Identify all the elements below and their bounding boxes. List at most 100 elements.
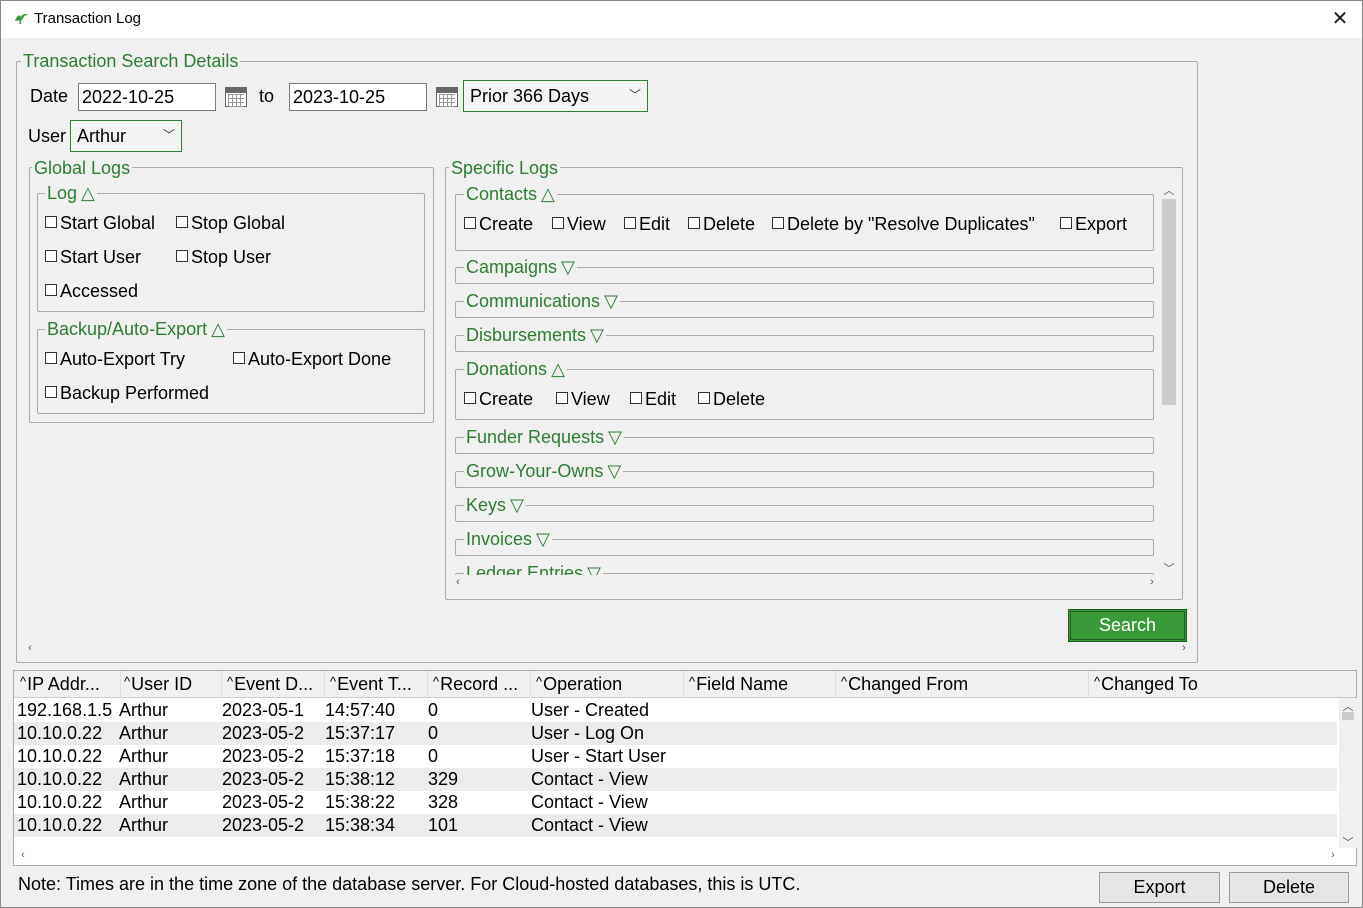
checkbox-label: Edit [639,214,671,234]
grow-your-owns-header[interactable]: Grow-Your-Owns ▽ [464,461,624,482]
sprout-icon [15,13,28,25]
scroll-right-icon[interactable]: › [1146,576,1158,588]
column-header-user-id[interactable]: ^User ID [124,674,220,695]
calendar-icon[interactable] [436,87,458,107]
expand-down-icon: ▽ [604,291,618,311]
specific-logs-vscrollbar[interactable]: ︿ ﹀ [1160,182,1178,577]
calendar-icon[interactable] [225,87,247,107]
donations-title: Donations [466,359,548,379]
invoices-header[interactable]: Invoices ▽ [464,529,552,550]
scroll-thumb[interactable] [1342,712,1354,720]
column-header-event-time[interactable]: ^Event T... [330,674,426,695]
checkbox-donations-create[interactable]: Create [464,389,533,410]
funder-requests-header[interactable]: Funder Requests ▽ [464,427,624,448]
table-cell: Arthur [119,723,169,743]
checkbox-stop-global[interactable]: Stop Global [176,213,285,234]
backup-subgroup-title: Backup/Auto-Export [47,319,208,339]
checkbox-box [45,284,57,297]
date-to-field[interactable]: 2023-10-25 [289,83,427,111]
export-button[interactable]: Export [1099,872,1220,903]
checkbox-donations-view[interactable]: View [556,389,610,410]
sort-caret-icon: ^ [227,674,234,689]
table-row[interactable]: 10.10.0.22 Arthur 2023-05-2 15:37:17 0 User -… [14,722,1337,745]
table-cell: 2023-05-2 [222,792,305,812]
table-cell: 15:37:17 [325,723,396,743]
table-row[interactable]: 10.10.0.22 Arthur 2023-05-2 15:37:18 0 User -… [14,745,1337,768]
checkbox-stop-user[interactable]: Stop User [176,247,271,268]
checkbox-contacts-create[interactable]: Create [464,214,533,235]
donations-header[interactable]: Donations △ [464,359,567,380]
column-header-changed-to[interactable]: ^Changed To [1094,674,1340,695]
checkbox-start-global[interactable]: Start Global [45,213,155,234]
user-select[interactable]: Arthur ﹀ [70,120,182,152]
checkbox-contacts-view[interactable]: View [552,214,606,235]
sort-caret-icon: ^ [536,674,543,689]
close-icon[interactable]: ✕ [1322,4,1358,34]
table-vscrollbar[interactable]: ︿ ﹀ [1339,698,1357,850]
checkbox-contacts-edit[interactable]: Edit [624,214,670,235]
log-subgroup-header[interactable]: Log △ [45,183,97,204]
date-range-select[interactable]: Prior 366 Days ﹀ [463,80,648,112]
checkbox-auto-export-done[interactable]: Auto-Export Done [233,349,391,370]
column-header-event-date[interactable]: ^Event D... [227,674,323,695]
checkbox-contacts-delete-resolve[interactable]: Delete by "Resolve Duplicates" [772,214,1035,235]
column-header-changed-from[interactable]: ^Changed From [841,674,1087,695]
checkbox-box [45,352,57,365]
scroll-right-icon[interactable]: › [1178,642,1190,654]
column-header-ip[interactable]: ^IP Addr... [20,674,118,695]
table-row[interactable]: 10.10.0.22 Arthur 2023-05-2 15:38:34 101 Cont… [14,814,1337,837]
expand-down-icon: ▽ [608,427,622,447]
checkbox-label: Start Global [60,213,156,233]
ledger-entries-header[interactable]: Ledger Entries ▽ [464,563,603,575]
checkbox-auto-export-try[interactable]: Auto-Export Try [45,349,185,370]
column-header-record[interactable]: ^Record ... [433,674,529,695]
scroll-thumb[interactable] [1162,199,1176,405]
date-from-field[interactable]: 2022-10-25 [78,83,216,111]
date-range-value: Prior 366 Days [470,86,590,106]
checkbox-donations-delete[interactable]: Delete [698,389,765,410]
campaigns-header[interactable]: Campaigns ▽ [464,257,577,278]
delete-button[interactable]: Delete [1229,872,1349,903]
checkbox-backup-performed[interactable]: Backup Performed [45,383,209,404]
title-bar [0,0,1363,38]
communications-header[interactable]: Communications ▽ [464,291,620,312]
checkbox-accessed[interactable]: Accessed [45,281,138,302]
disbursements-header[interactable]: Disbursements ▽ [464,325,606,346]
table-row[interactable]: 10.10.0.22 Arthur 2023-05-2 15:38:22 328 Cont… [14,791,1337,814]
expand-down-icon: ▽ [607,461,622,481]
checkbox-box [464,392,476,405]
expand-down-icon: ▽ [510,495,524,515]
scroll-down-icon[interactable]: ﹀ [1339,834,1357,850]
column-header-operation[interactable]: ^Operation [536,674,684,695]
table-cell: 2023-05-2 [222,815,305,835]
scroll-left-icon[interactable]: ‹ [452,576,464,588]
checkbox-label: View [571,389,610,409]
sort-caret-icon: ^ [689,674,696,689]
table-cell: Arthur [119,792,169,812]
table-cell: 15:38:22 [325,792,396,812]
scroll-left-icon[interactable]: ‹ [24,642,36,654]
checkbox-contacts-export[interactable]: Export [1060,214,1127,235]
checkbox-start-user[interactable]: Start User [45,247,141,268]
expand-down-icon: ▽ [561,257,575,277]
table-row[interactable]: 192.168.1.5 Arthur 2023-05-1 14:57:40 0 User … [14,699,1337,722]
search-button[interactable]: Search [1068,609,1187,642]
grow-your-owns-title: Grow-Your-Owns [466,461,604,481]
backup-subgroup-header[interactable]: Backup/Auto-Export △ [45,319,227,340]
scroll-right-icon[interactable]: › [1327,849,1339,861]
specific-logs-viewport: Contacts △ Create View Edit Delete Delete… [452,180,1158,575]
ledger-entries-title: Ledger Entries [466,563,584,575]
table-cell: 10.10.0.22 [17,746,103,766]
scroll-left-icon[interactable]: ‹ [17,849,29,861]
table-cell: Arthur [119,700,169,720]
checkbox-donations-edit[interactable]: Edit [630,389,676,410]
checkbox-label: Accessed [60,281,139,301]
table-row[interactable]: 10.10.0.22 Arthur 2023-05-2 15:38:12 329 Cont… [14,768,1337,791]
scroll-up-icon[interactable]: ︿ [1160,182,1178,198]
contacts-header[interactable]: Contacts △ [464,184,557,205]
table-cell: 0 [428,700,439,720]
keys-header[interactable]: Keys ▽ [464,495,526,516]
checkbox-contacts-delete[interactable]: Delete [688,214,755,235]
scroll-down-icon[interactable]: ﹀ [1160,560,1178,576]
column-header-field-name[interactable]: ^Field Name [689,674,835,695]
